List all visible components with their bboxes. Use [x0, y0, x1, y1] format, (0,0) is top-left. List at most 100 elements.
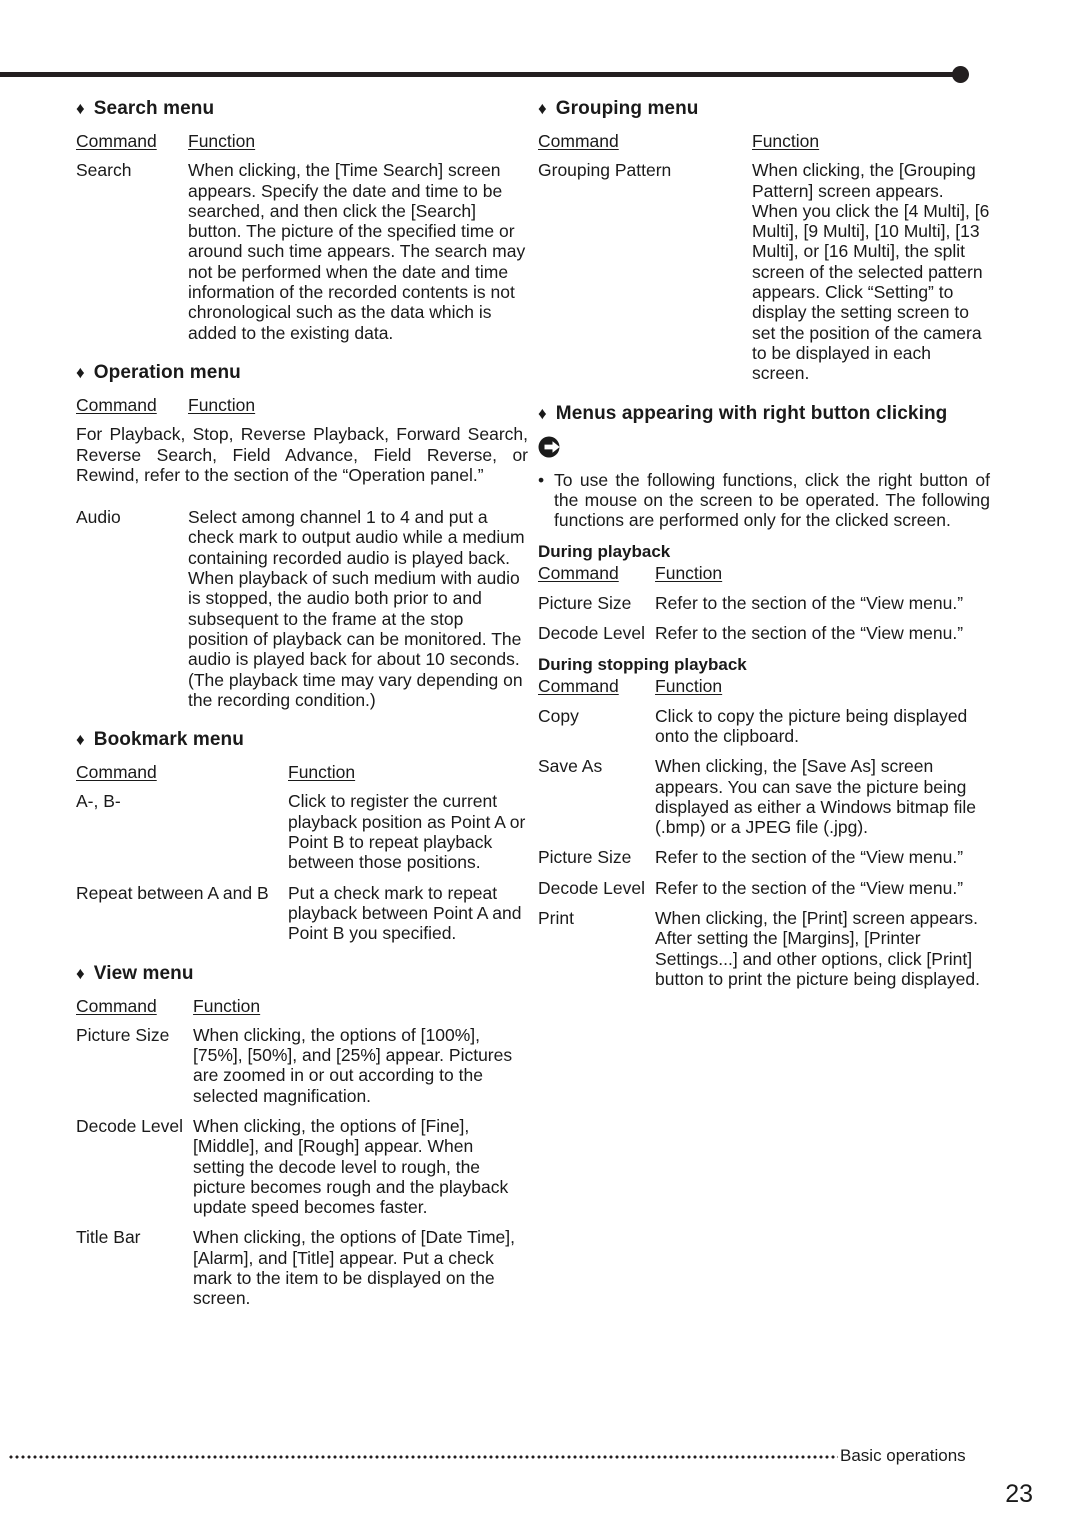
page-number: 23 [1005, 1480, 1033, 1508]
table-search-menu: Command Function Search When clicking, t… [76, 131, 528, 343]
cell-command: Picture Size [538, 592, 632, 613]
table-during-playback: Command Function Picture Size Refer to t… [538, 563, 990, 643]
cell-command: Copy [538, 705, 579, 726]
section-bookmark-menu: ♦ Bookmark menu Command Function A-, B- … [76, 729, 528, 943]
table-header-row: Command Function [76, 395, 528, 424]
cell-function: Click to copy the picture being displaye… [655, 705, 968, 746]
table-header-row: Command Function [538, 563, 990, 592]
section-grouping-menu: ♦ Grouping menu Command Function Groupin… [538, 98, 990, 384]
table-row: Save As When clicking, the [Save As] scr… [538, 756, 990, 847]
table-row: Search When clicking, the [Time Search] … [76, 160, 528, 343]
cell-function: When clicking, the [Save As] screen appe… [655, 756, 977, 838]
cell-function: Refer to the section of the “View menu.” [655, 877, 964, 898]
cell-command: Decode Level [538, 877, 646, 898]
table-row: Audio Select among channel 1 to 4 and pu… [76, 507, 528, 710]
cell-function: Refer to the section of the “View menu.” [655, 592, 964, 613]
section-heading-operation-menu: ♦ Operation menu [76, 362, 528, 384]
section-title: Menus appearing with right button clicki… [555, 402, 948, 424]
section-heading-bookmark-menu: ♦ Bookmark menu [76, 729, 528, 751]
column-header-function: Function [752, 131, 820, 151]
column-header-command: Command [76, 995, 157, 1016]
table-grouping-menu: Command Function Grouping Pattern When c… [538, 131, 990, 384]
section-heading-search-menu: ♦ Search menu [76, 98, 528, 120]
section-heading-grouping-menu: ♦ Grouping menu [538, 98, 990, 120]
table-row: Picture Size When clicking, the options … [76, 1025, 528, 1116]
cell-function: Select among channel 1 to 4 and put a ch… [188, 507, 525, 710]
diamond-bullet-icon: ♦ [76, 362, 85, 382]
column-header-function: Function [288, 762, 356, 783]
cell-function: Put a check mark to repeat playback betw… [288, 882, 522, 944]
bullet-dot-icon: • [538, 469, 545, 490]
note-bullet-item: • To use the following functions, click … [538, 470, 990, 531]
subheading-during-playback: During playback [538, 542, 671, 562]
note-text: To use the following functions, click th… [554, 469, 990, 531]
column-header-command: Command [76, 394, 157, 415]
cell-command: Decode Level [538, 623, 646, 644]
cell-function: Click to register the current playback p… [288, 791, 526, 873]
cell-command: Picture Size [76, 1024, 170, 1045]
section-search-menu: ♦ Search menu Command Function Search Wh… [76, 98, 528, 343]
column-header-command: Command [76, 131, 157, 151]
table-row: Decode Level When clicking, the options … [76, 1116, 528, 1227]
cell-command: Title Bar [76, 1227, 141, 1248]
section-title: Operation menu [93, 361, 241, 383]
column-header-command: Command [76, 762, 157, 783]
cell-function: When clicking, the [Print] screen appear… [655, 908, 980, 989]
cell-command: A-, B- [76, 791, 121, 812]
table-during-stopping-playback: Command Function Copy Click to copy the … [538, 676, 990, 989]
diamond-bullet-icon: ♦ [76, 963, 85, 983]
section-title: Search menu [93, 98, 215, 119]
table-operation-menu: Audio Select among channel 1 to 4 and pu… [76, 507, 528, 710]
table-header-row: Command Function [76, 996, 528, 1025]
table-row: A-, B- Click to register the current pla… [76, 791, 528, 882]
table-bookmark-menu: Command Function A-, B- Click to registe… [76, 762, 528, 943]
section-title: View menu [93, 962, 194, 984]
operation-menu-intro: For Playback, Stop, Reverse Playback, Fo… [76, 424, 528, 485]
table-row: Picture Size Refer to the section of the… [538, 847, 990, 877]
diamond-bullet-icon: ♦ [76, 730, 85, 750]
cell-function: When clicking, the options of [Date Time… [193, 1227, 515, 1309]
column-header-function: Function [655, 563, 723, 584]
section-heading-view-menu: ♦ View menu [76, 963, 528, 985]
diamond-bullet-icon: ♦ [76, 99, 85, 118]
column-header-command: Command [538, 131, 619, 151]
table-row: Grouping Pattern When clicking, the [Gro… [538, 160, 990, 383]
page-footer: Basic operations 23 [0, 1418, 1080, 1528]
diamond-bullet-icon: ♦ [538, 403, 547, 423]
table-view-menu: Command Function Picture Size When click… [76, 996, 528, 1309]
table-row: Repeat between A and B Put a check mark … [76, 883, 528, 944]
section-right-click-menus: ♦ Menus appearing with right button clic… [538, 403, 990, 990]
cell-function: When clicking, the options of [Fine], [M… [193, 1115, 509, 1218]
cell-function: When clicking, the options of [100%], [7… [193, 1024, 513, 1106]
section-title: Grouping menu [555, 98, 699, 119]
header-dot-icon [952, 66, 969, 83]
section-title: Bookmark menu [93, 729, 244, 751]
header-rule [0, 72, 965, 77]
table-row: Copy Click to copy the picture being dis… [538, 706, 990, 757]
right-column: ♦ Grouping menu Command Function Groupin… [538, 98, 990, 989]
left-column: ♦ Search menu Command Function Search Wh… [76, 98, 528, 1309]
footer-dotted-rule [8, 1455, 838, 1459]
cell-command: Save As [538, 756, 603, 777]
diamond-bullet-icon: ♦ [538, 99, 547, 118]
cell-function: Refer to the section of the “View menu.” [655, 847, 964, 868]
section-heading-right-click-menus: ♦ Menus appearing with right button clic… [538, 403, 990, 425]
cell-function: Refer to the section of the “View menu.” [655, 623, 964, 644]
table-row: Title Bar When clicking, the options of … [76, 1227, 528, 1308]
section-view-menu: ♦ View menu Command Function Picture Siz… [76, 963, 528, 1309]
cell-command: Decode Level [76, 1115, 184, 1136]
cell-command: Search [76, 160, 132, 181]
table-header-row: Command Function [538, 131, 990, 160]
cell-command: Print [538, 908, 574, 929]
table-row: Decode Level Refer to the section of the… [538, 623, 990, 643]
cell-function: When clicking, the [Time Search] screen … [188, 160, 526, 343]
table-row: Print When clicking, the [Print] screen … [538, 908, 990, 989]
column-header-function: Function [188, 394, 256, 415]
cell-function: When clicking, the [Grouping Pattern] sc… [752, 160, 990, 384]
cell-command: Audio [76, 507, 121, 528]
